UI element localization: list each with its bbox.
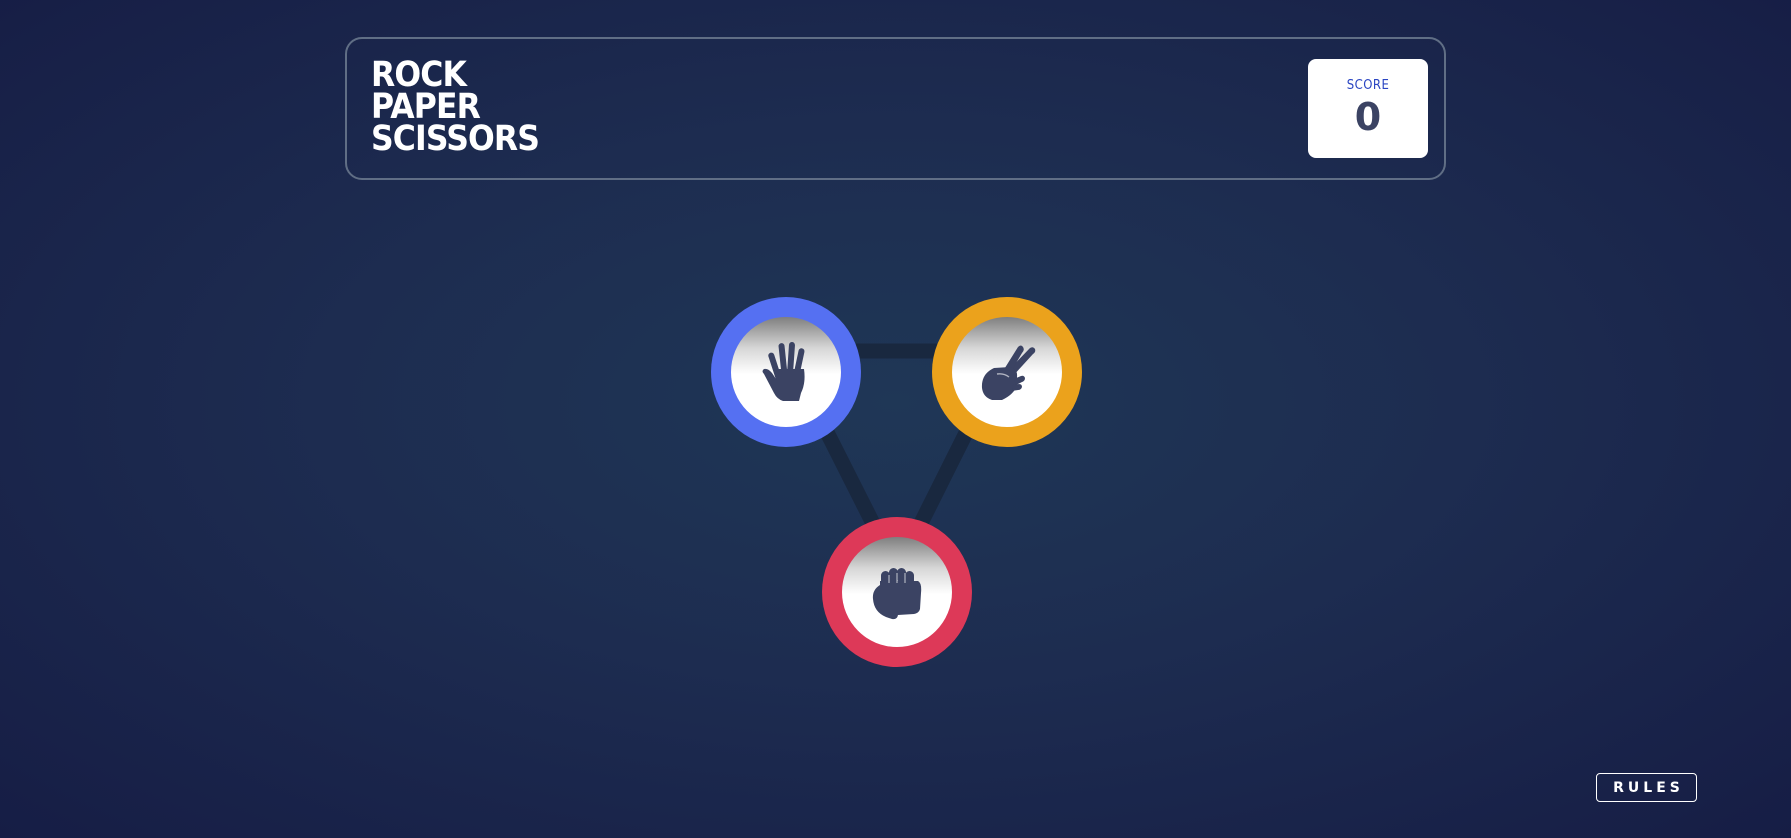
rules-button[interactable]: RULES (1596, 773, 1697, 802)
rock-token[interactable] (822, 517, 972, 667)
scissors-token[interactable] (932, 297, 1082, 447)
rock-token-face (842, 537, 952, 647)
paper-token-face (731, 317, 841, 427)
scissors-token-face (952, 317, 1062, 427)
paper-hand-icon (762, 342, 805, 401)
game-board (0, 0, 1791, 838)
paper-token[interactable] (711, 297, 861, 447)
rock-fist-icon (872, 568, 922, 620)
triangle-connector (778, 343, 1015, 579)
scissors-hand-icon (981, 345, 1036, 400)
